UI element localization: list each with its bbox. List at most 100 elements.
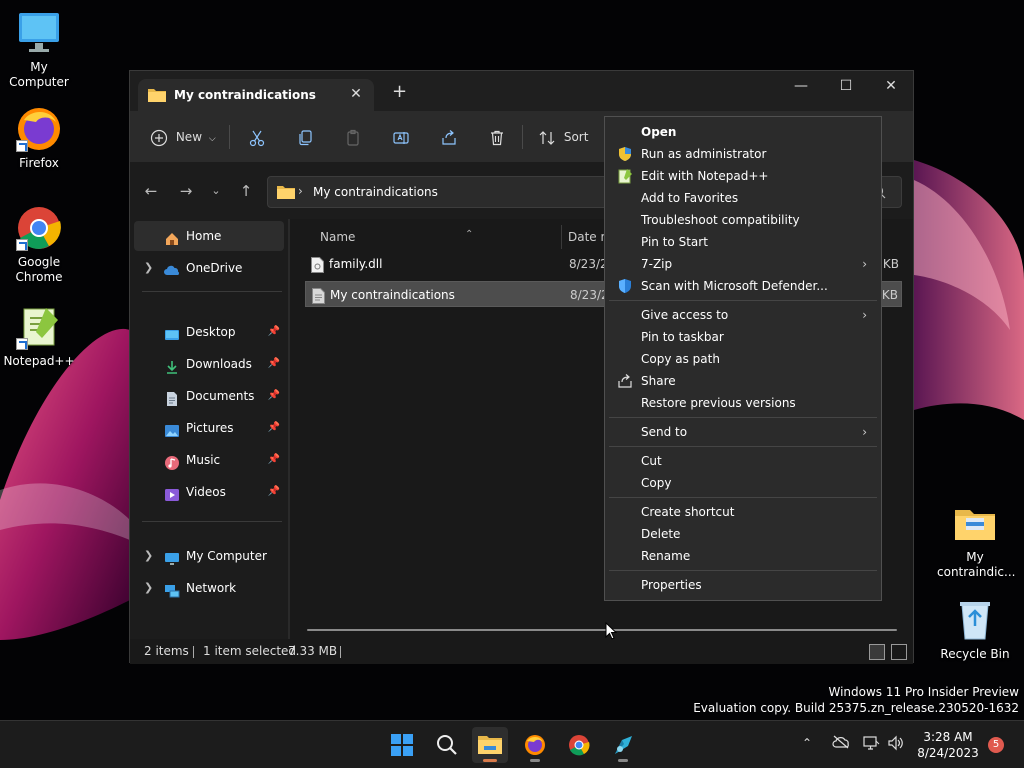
- desktop-icon-firefox[interactable]: Firefox: [1, 106, 77, 171]
- nav-item-my-computer[interactable]: ❯ My Computer: [134, 541, 284, 571]
- nav-item-label: Pictures: [186, 421, 234, 435]
- column-header-name[interactable]: Name ⌃: [320, 225, 473, 249]
- desktop-icon-recycle-bin[interactable]: Recycle Bin: [937, 597, 1013, 662]
- taskbar-file-explorer[interactable]: [472, 727, 508, 763]
- menu-item-copy[interactable]: Copy: [609, 472, 877, 494]
- document-icon: [164, 388, 180, 406]
- nav-item-label: Network: [186, 581, 237, 595]
- title-bar[interactable]: My contraindications ✕ + — ☐ ✕: [130, 71, 913, 111]
- menu-item-send-to[interactable]: Send to ›: [609, 421, 877, 443]
- menu-item-scan-with-defender[interactable]: Scan with Microsoft Defender...: [609, 275, 877, 297]
- menu-item-edit-with-notepad-plus-plus[interactable]: Edit with Notepad++: [609, 165, 877, 187]
- menu-item-delete[interactable]: Delete: [609, 523, 877, 545]
- desktop-icon-my-contraindications[interactable]: My contraindic...: [937, 500, 1015, 580]
- notification-badge[interactable]: 5: [988, 737, 1004, 753]
- menu-item-add-to-favorites[interactable]: Add to Favorites: [609, 187, 877, 209]
- taskbar-firefox[interactable]: [517, 727, 553, 763]
- menu-item-open[interactable]: Open: [609, 121, 877, 143]
- volume-icon[interactable]: [887, 735, 905, 755]
- desktop-icon-google-chrome[interactable]: Google Chrome: [1, 205, 77, 285]
- menu-item-restore-previous-versions[interactable]: Restore previous versions: [609, 392, 877, 414]
- network-status-icon[interactable]: [862, 735, 880, 755]
- expand-chevron-icon[interactable]: ❯: [144, 541, 153, 571]
- expand-chevron-icon[interactable]: ❯: [144, 253, 153, 283]
- explorer-tab[interactable]: My contraindications ✕: [138, 79, 374, 111]
- cut-button[interactable]: [248, 124, 266, 150]
- nav-item-downloads[interactable]: Downloads 📌: [134, 349, 284, 379]
- address-bar[interactable]: › My contraindications: [267, 176, 612, 208]
- menu-item-label: 7-Zip: [641, 257, 673, 271]
- pin-icon[interactable]: 📌: [268, 445, 280, 475]
- menu-item-create-shortcut[interactable]: Create shortcut: [609, 501, 877, 523]
- pin-icon[interactable]: 📌: [268, 413, 280, 443]
- share-button[interactable]: [440, 124, 458, 150]
- desktop-icon-my-computer[interactable]: My Computer: [1, 10, 77, 90]
- onedrive-offline-icon[interactable]: [832, 735, 850, 753]
- horizontal-scrollbar[interactable]: [307, 629, 897, 631]
- menu-item-label: Scan with Microsoft Defender...: [641, 279, 828, 293]
- up-button[interactable]: ↑: [234, 181, 258, 201]
- maximize-button[interactable]: ☐: [823, 71, 869, 103]
- rename-button[interactable]: [392, 124, 410, 150]
- taskbar-search-button[interactable]: [429, 727, 465, 763]
- menu-item-give-access-to[interactable]: Give access to ›: [609, 304, 877, 326]
- nav-item-onedrive[interactable]: ❯ OneDrive: [134, 253, 284, 283]
- show-hidden-icons-chevron-up-icon[interactable]: ⌃: [802, 736, 812, 750]
- submenu-chevron-icon: ›: [862, 257, 867, 271]
- close-window-button[interactable]: ✕: [868, 71, 914, 103]
- shortcut-arrow-icon: [16, 140, 28, 152]
- new-button[interactable]: New ⌵: [150, 124, 216, 150]
- column-divider[interactable]: [561, 225, 562, 249]
- file-size: KB: [882, 257, 899, 271]
- menu-divider: [609, 417, 877, 418]
- nav-item-network[interactable]: ❯ Network: [134, 573, 284, 603]
- breadcrumb-current-folder[interactable]: My contraindications: [313, 185, 438, 199]
- menu-item-properties[interactable]: Properties: [609, 574, 877, 596]
- clipboard-icon: [347, 129, 359, 146]
- new-tab-button[interactable]: +: [392, 83, 407, 101]
- menu-item-pin-to-start[interactable]: Pin to Start: [609, 231, 877, 253]
- details-view-icon[interactable]: [869, 644, 885, 660]
- desktop-icon-notepad-plus-plus[interactable]: Notepad++: [1, 304, 77, 369]
- delete-button[interactable]: [488, 124, 506, 150]
- pin-icon[interactable]: 📌: [268, 317, 280, 347]
- start-button[interactable]: [384, 727, 420, 763]
- menu-item-copy-as-path[interactable]: Copy as path: [609, 348, 877, 370]
- nav-item-pictures[interactable]: Pictures 📌: [134, 413, 284, 443]
- pin-icon[interactable]: 📌: [268, 477, 280, 507]
- nav-item-documents[interactable]: Documents 📌: [134, 381, 284, 411]
- nav-item-desktop[interactable]: Desktop 📌: [134, 317, 284, 347]
- menu-divider: [609, 570, 877, 571]
- sort-button[interactable]: Sort: [538, 124, 588, 150]
- menu-item-pin-to-taskbar[interactable]: Pin to taskbar: [609, 326, 877, 348]
- menu-item-cut[interactable]: Cut: [609, 450, 877, 472]
- nav-item-home[interactable]: Home: [134, 221, 284, 251]
- large-icons-view-icon[interactable]: [891, 644, 907, 660]
- menu-item-7-zip[interactable]: 7-Zip ›: [609, 253, 877, 275]
- nav-item-music[interactable]: Music 📌: [134, 445, 284, 475]
- menu-item-share[interactable]: Share: [609, 370, 877, 392]
- tab-close-icon[interactable]: ✕: [346, 84, 366, 104]
- back-button[interactable]: ←: [139, 181, 163, 201]
- firefox-icon: [16, 106, 62, 152]
- taskbar-notepad-plus-plus[interactable]: [605, 727, 641, 763]
- submenu-chevron-icon: ›: [862, 308, 867, 322]
- paste-button[interactable]: [344, 124, 362, 150]
- expand-chevron-icon[interactable]: ❯: [144, 573, 153, 603]
- nav-item-videos[interactable]: Videos 📌: [134, 477, 284, 507]
- pin-icon[interactable]: 📌: [268, 381, 280, 411]
- plus-circle-icon: [150, 129, 168, 146]
- copy-button[interactable]: [296, 124, 314, 150]
- menu-item-run-as-administrator[interactable]: Run as administrator: [609, 143, 877, 165]
- recent-locations-button[interactable]: ⌄: [204, 181, 228, 201]
- minimize-button[interactable]: —: [778, 71, 824, 103]
- menu-item-label: Pin to Start: [641, 235, 708, 249]
- menu-item-rename[interactable]: Rename: [609, 545, 877, 567]
- forward-button[interactable]: →: [174, 181, 198, 201]
- menu-item-troubleshoot-compatibility[interactable]: Troubleshoot compatibility: [609, 209, 877, 231]
- taskbar-clock[interactable]: 3:28 AM 8/24/2023: [910, 729, 986, 761]
- pin-icon[interactable]: 📌: [268, 349, 280, 379]
- taskbar-google-chrome[interactable]: [561, 727, 597, 763]
- shortcut-arrow-icon: [16, 338, 28, 350]
- notepad-plus-plus-icon: [617, 168, 633, 184]
